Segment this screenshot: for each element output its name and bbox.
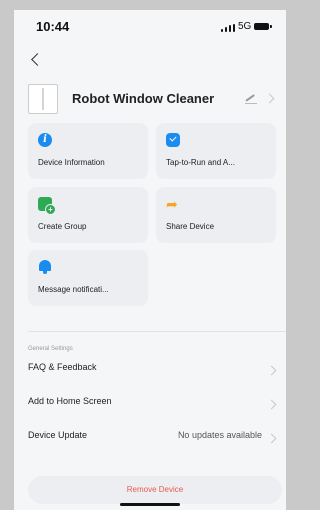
check-badge-icon	[166, 133, 180, 147]
tile-label: Message notificati...	[38, 285, 109, 294]
tile-share-device[interactable]: ➦ Share Device	[156, 187, 276, 243]
signal-icon	[221, 24, 235, 32]
phone-screen: 10:44 5G Robot Window Cleaner i Device I…	[14, 10, 286, 510]
section-label: General Settings	[28, 346, 73, 352]
chevron-right-icon	[266, 365, 277, 376]
chevron-right-icon	[266, 433, 277, 444]
row-label: Device Update	[28, 430, 88, 440]
remove-device-button[interactable]: Remove Device	[28, 476, 282, 504]
tile-label: Tap-to-Run and A...	[166, 158, 235, 167]
device-header[interactable]: Robot Window Cleaner	[14, 80, 286, 120]
device-name: Robot Window Cleaner	[72, 91, 215, 106]
pencil-icon[interactable]	[244, 91, 258, 105]
faq-feedback-row[interactable]: FAQ & Feedback	[14, 356, 286, 382]
battery-icon	[254, 23, 272, 30]
network-type: 5G	[238, 21, 252, 32]
add-to-home-screen-row[interactable]: Add to Home Screen	[14, 390, 286, 416]
group-add-icon	[38, 197, 56, 215]
tile-label: Create Group	[38, 222, 87, 231]
tile-create-group[interactable]: Create Group	[28, 187, 148, 243]
device-image	[28, 84, 58, 114]
tile-tap-to-run[interactable]: Tap-to-Run and A...	[156, 123, 276, 179]
status-bar: 10:44 5G	[14, 10, 286, 40]
row-label: FAQ & Feedback	[28, 362, 97, 372]
divider	[28, 331, 286, 332]
chevron-right-icon	[266, 399, 277, 410]
tile-device-information[interactable]: i Device Information	[28, 123, 148, 179]
tile-message-notification[interactable]: Message notificati...	[28, 250, 148, 306]
bell-icon	[38, 260, 52, 274]
back-button[interactable]	[28, 50, 48, 70]
update-status: No updates available	[177, 430, 262, 440]
remove-device-label: Remove Device	[126, 485, 184, 494]
status-time: 10:44	[36, 19, 70, 34]
share-arrow-icon: ➦	[166, 196, 178, 212]
tile-label: Device Information	[38, 158, 105, 167]
device-update-row[interactable]: Device Update No updates available	[14, 424, 286, 450]
info-icon: i	[38, 133, 52, 147]
row-label: Add to Home Screen	[28, 396, 112, 406]
tile-label: Share Device	[166, 222, 215, 231]
home-indicator[interactable]	[120, 503, 180, 506]
chevron-right-icon[interactable]	[264, 93, 275, 104]
